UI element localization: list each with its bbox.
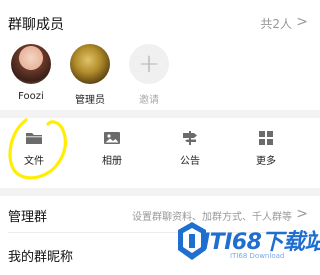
row-label: 我的群昵称 — [8, 250, 74, 265]
invite-label: 邀请 — [139, 95, 159, 106]
invite-avatar[interactable]: + — [129, 44, 169, 84]
shortcut-files[interactable]: 文件 — [4, 130, 64, 167]
member-count[interactable]: 共2人 — [260, 15, 292, 32]
site-watermark: ITI68下载站 ITI68 Download — [172, 214, 320, 270]
signpost-icon — [183, 131, 197, 145]
shortcut-label: 文件 — [24, 156, 44, 167]
folder-icon — [26, 133, 42, 144]
members-list: Foozi 管理员 + 邀请 — [0, 40, 320, 106]
section-divider — [0, 188, 320, 196]
shortcut-more[interactable]: 更多 — [236, 130, 296, 167]
shortcut-announcement[interactable]: 公告 — [160, 130, 220, 167]
members-title: 群聊成员 — [8, 17, 64, 33]
row-label: 管理群 — [8, 210, 48, 225]
chevron-right-icon[interactable]: > — [296, 15, 308, 29]
image-icon — [104, 132, 120, 144]
section-divider — [0, 110, 320, 118]
invite-member-button[interactable]: + 邀请 — [114, 44, 184, 106]
grid-icon — [259, 131, 273, 145]
members-header[interactable]: 群聊成员 共2人 > — [0, 0, 320, 44]
watermark-subtext: ITI68 Download — [230, 252, 285, 260]
shortcut-label: 更多 — [256, 156, 276, 167]
shortcut-album[interactable]: 相册 — [82, 130, 142, 167]
avatar[interactable] — [11, 44, 51, 84]
shortcut-label: 公告 — [180, 156, 200, 167]
group-shortcuts: 文件 相册 公告 更多 — [0, 118, 320, 182]
plus-icon: + — [138, 49, 160, 79]
avatar[interactable] — [70, 44, 110, 84]
shortcut-label: 相册 — [102, 156, 122, 167]
